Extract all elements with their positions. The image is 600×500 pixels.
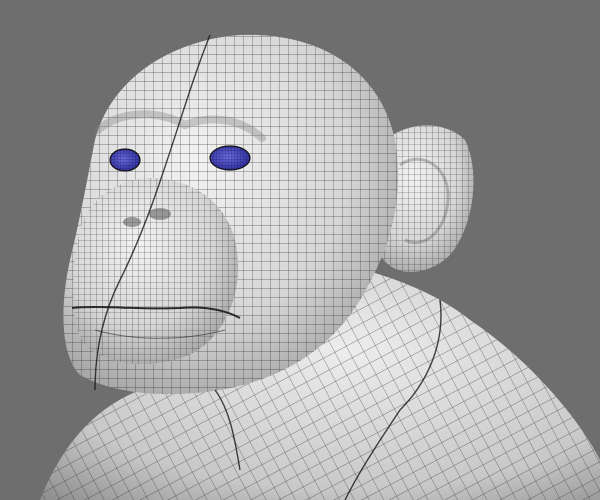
muzzle-mesh <box>72 178 239 365</box>
left-eye-mesh <box>109 148 141 172</box>
right-eye-mesh <box>209 145 251 171</box>
viewport-canvas[interactable] <box>0 0 600 500</box>
3d-viewport[interactable] <box>0 0 600 500</box>
